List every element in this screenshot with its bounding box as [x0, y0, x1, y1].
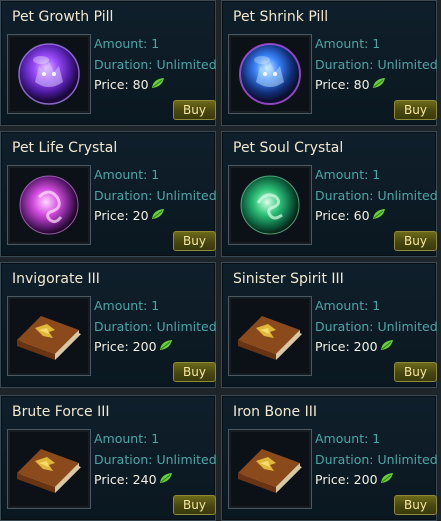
item-amount: Amount: 1 [94, 298, 160, 313]
item-price: Price: 200 [94, 339, 157, 354]
green-leaf-icon [151, 208, 165, 223]
item-amount: Amount: 1 [94, 36, 160, 51]
skill-book-icon [238, 449, 302, 493]
green-leaf-icon [380, 472, 394, 487]
item-amount: Amount: 1 [94, 167, 160, 182]
item-price-row: Price: 240 [94, 472, 173, 487]
item-duration: Duration: Unlimited [94, 319, 217, 334]
shop-grid: Pet Growth Pill Amount: 1 Duration: Unli… [0, 0, 441, 521]
item-icon-frame[interactable] [7, 429, 91, 509]
green-crystal-orb-icon [240, 175, 300, 235]
item-amount: Amount: 1 [315, 167, 381, 182]
green-leaf-icon [380, 339, 394, 354]
item-icon-frame[interactable] [7, 165, 91, 245]
shop-item-card: Invigorate III Amount: 1 Duration: Unlim… [0, 262, 217, 388]
item-price-row: Price: 80 [315, 77, 386, 92]
skill-book-icon [238, 316, 302, 360]
skill-book-icon [17, 449, 81, 493]
item-icon-frame[interactable] [7, 296, 91, 376]
item-duration: Duration: Unlimited [94, 57, 217, 72]
green-leaf-icon [159, 472, 173, 487]
item-price: Price: 60 [315, 208, 370, 223]
buy-button[interactable]: Buy [173, 100, 216, 120]
green-leaf-icon [159, 339, 173, 354]
item-icon-frame[interactable] [228, 34, 312, 114]
item-icon-frame[interactable] [228, 296, 312, 376]
item-name: Pet Life Crystal [12, 140, 118, 156]
item-name: Iron Bone III [233, 404, 317, 420]
green-leaf-icon [372, 77, 386, 92]
item-name: Brute Force III [12, 404, 110, 420]
item-duration: Duration: Unlimited [315, 188, 438, 203]
item-name: Pet Growth Pill [12, 9, 114, 25]
item-price: Price: 200 [315, 339, 378, 354]
green-leaf-icon [372, 208, 386, 223]
item-duration: Duration: Unlimited [315, 452, 438, 467]
item-name: Pet Soul Crystal [233, 140, 344, 156]
item-icon-frame[interactable] [228, 429, 312, 509]
item-price-row: Price: 200 [94, 339, 173, 354]
buy-button[interactable]: Buy [173, 231, 216, 251]
item-amount: Amount: 1 [315, 298, 381, 313]
item-amount: Amount: 1 [94, 431, 160, 446]
pink-crystal-orb-icon [19, 175, 79, 235]
blue-wolf-orb-icon [239, 43, 301, 105]
buy-button[interactable]: Buy [394, 495, 437, 515]
shop-item-card: Pet Shrink Pill Amount: 1 Duration: Unli… [221, 0, 438, 126]
purple-wolf-orb-icon [18, 43, 80, 105]
item-price-row: Price: 20 [94, 208, 165, 223]
shop-item-card: Pet Soul Crystal Amount: 1 Duration: Unl… [221, 131, 438, 257]
item-icon-frame[interactable] [228, 165, 312, 245]
buy-button[interactable]: Buy [394, 231, 437, 251]
buy-button[interactable]: Buy [173, 362, 216, 382]
item-price-row: Price: 80 [94, 77, 165, 92]
item-duration: Duration: Unlimited [94, 188, 217, 203]
buy-button[interactable]: Buy [173, 495, 216, 515]
shop-item-card: Pet Life Crystal Amount: 1 Duration: Unl… [0, 131, 217, 257]
item-name: Pet Shrink Pill [233, 9, 329, 25]
item-price: Price: 200 [315, 472, 378, 487]
item-duration: Duration: Unlimited [94, 452, 217, 467]
shop-item-card: Iron Bone III Amount: 1 Duration: Unlimi… [221, 395, 438, 521]
item-price-row: Price: 200 [315, 472, 394, 487]
skill-book-icon [17, 316, 81, 360]
item-amount: Amount: 1 [315, 431, 381, 446]
item-name: Invigorate III [12, 271, 100, 287]
item-amount: Amount: 1 [315, 36, 381, 51]
item-name: Sinister Spirit III [233, 271, 344, 287]
item-duration: Duration: Unlimited [315, 57, 438, 72]
shop-item-card: Sinister Spirit III Amount: 1 Duration: … [221, 262, 438, 388]
item-price: Price: 20 [94, 208, 149, 223]
green-leaf-icon [151, 77, 165, 92]
item-price: Price: 240 [94, 472, 157, 487]
item-price-row: Price: 200 [315, 339, 394, 354]
shop-item-card: Brute Force III Amount: 1 Duration: Unli… [0, 395, 217, 521]
item-price: Price: 80 [315, 77, 370, 92]
item-icon-frame[interactable] [7, 34, 91, 114]
buy-button[interactable]: Buy [394, 362, 437, 382]
buy-button[interactable]: Buy [394, 100, 437, 120]
item-duration: Duration: Unlimited [315, 319, 438, 334]
item-price-row: Price: 60 [315, 208, 386, 223]
shop-item-card: Pet Growth Pill Amount: 1 Duration: Unli… [0, 0, 217, 126]
item-price: Price: 80 [94, 77, 149, 92]
